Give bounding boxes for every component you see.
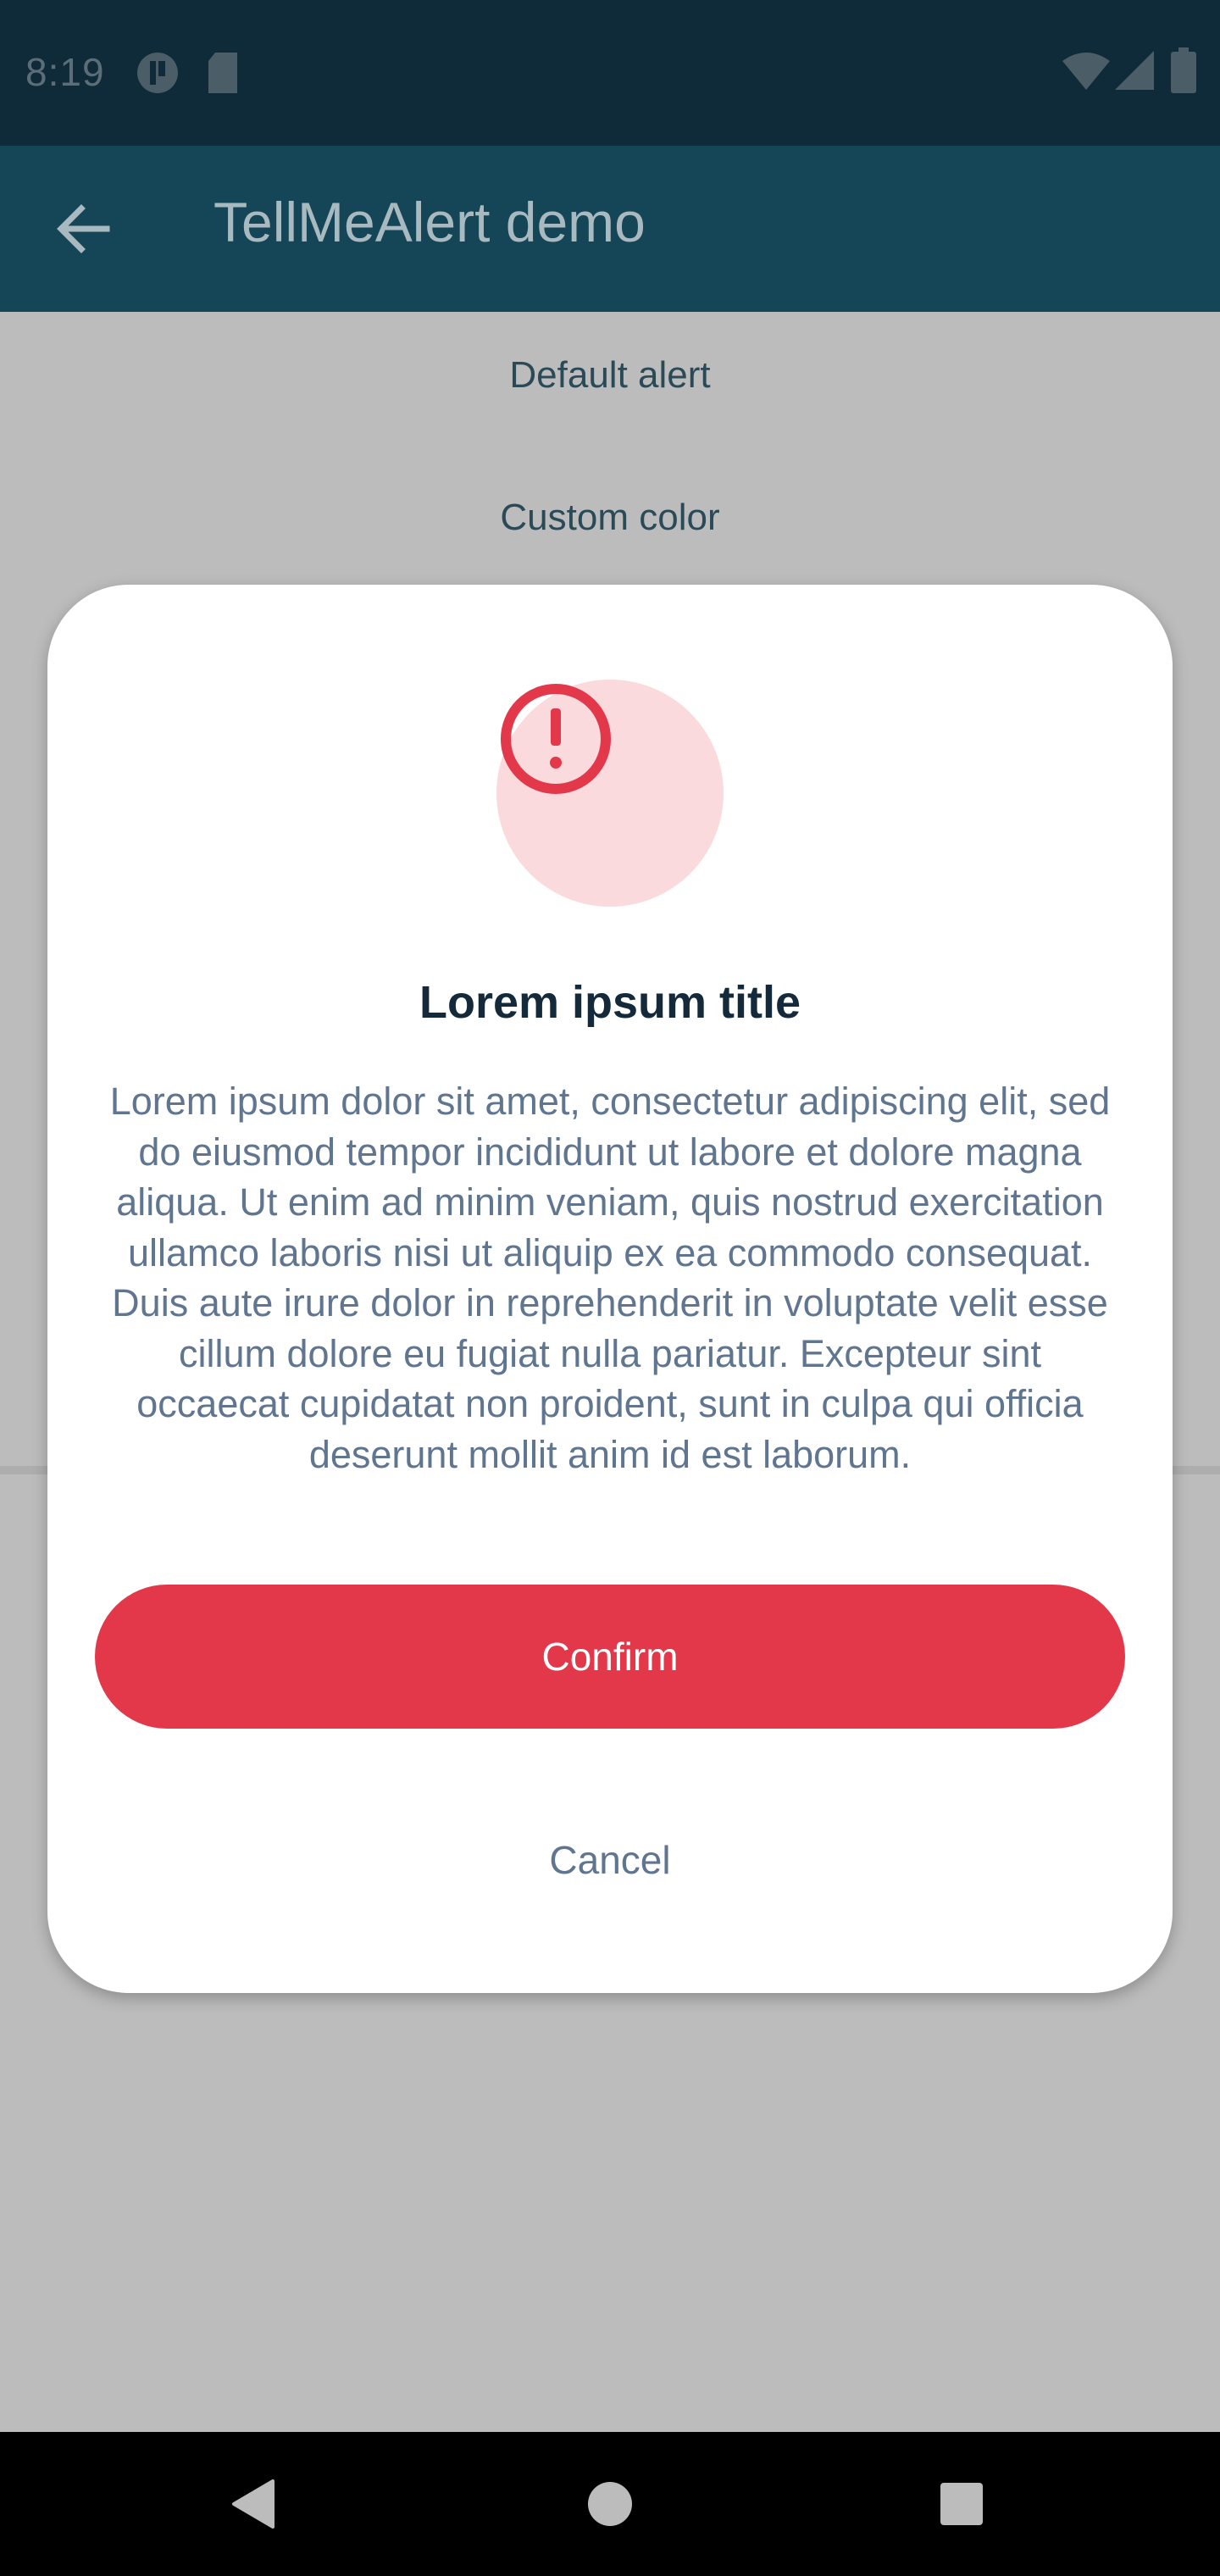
- default-alert-button[interactable]: Default alert: [0, 354, 1220, 397]
- status-time: 8:19: [25, 50, 105, 94]
- app-notification-icon: [136, 51, 180, 99]
- wifi-icon: [1062, 51, 1110, 94]
- alert-dialog: Lorem ipsum title Lorem ipsum dolor sit …: [47, 585, 1173, 1993]
- dialog-title: Lorem ipsum title: [419, 977, 801, 1028]
- recents-square-icon[interactable]: [923, 2466, 1000, 2542]
- app-bar: TellMeAlert demo: [0, 146, 1220, 312]
- sd-card-icon: [205, 51, 241, 99]
- app-title: TellMeAlert demo: [214, 191, 646, 253]
- status-bar: 8:19: [0, 0, 1220, 146]
- navigation-bar: [0, 2432, 1220, 2576]
- custom-color-button[interactable]: Custom color: [0, 497, 1220, 539]
- back-triangle-icon[interactable]: [217, 2466, 293, 2542]
- confirm-button[interactable]: Confirm: [95, 1585, 1125, 1729]
- battery-icon: [1171, 47, 1196, 97]
- alert-icon-badge: [496, 680, 724, 907]
- cancel-button[interactable]: Cancel: [441, 1813, 779, 1907]
- home-circle-icon[interactable]: [572, 2466, 648, 2542]
- arrow-back-icon[interactable]: [53, 198, 114, 259]
- dialog-message: Lorem ipsum dolor sit amet, consectetur …: [109, 1080, 1111, 1476]
- cellular-signal-icon: [1115, 51, 1154, 94]
